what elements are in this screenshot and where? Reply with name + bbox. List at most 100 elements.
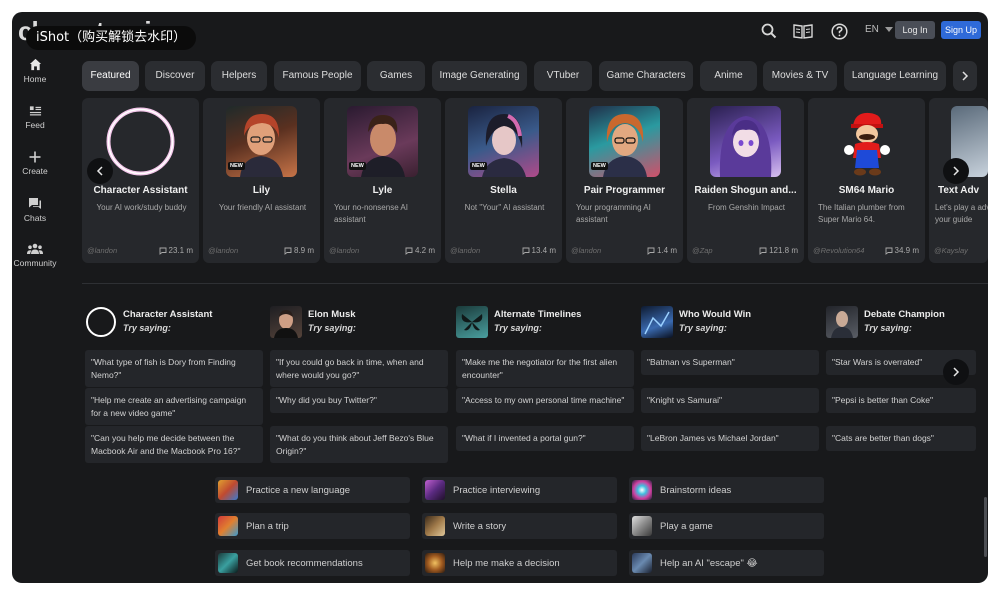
- tab-anime[interactable]: Anime: [700, 61, 757, 91]
- help-icon[interactable]: [828, 20, 850, 42]
- tab-featured[interactable]: Featured: [82, 61, 139, 91]
- category-tabs: Featured Discover Helpers Famous People …: [82, 61, 988, 91]
- tab-famous-people[interactable]: Famous People: [274, 61, 361, 91]
- avatar: [105, 106, 176, 177]
- card-description: Your AI work/study buddy: [96, 203, 187, 212]
- plus-icon: [29, 151, 41, 163]
- prompt-suggestion[interactable]: "LeBron James vs Michael Jordan": [641, 426, 819, 451]
- feed-icon: [29, 106, 41, 116]
- chat-icon: [29, 198, 41, 209]
- character-card[interactable]: NEW Stella Not "Your" AI assistant @land…: [445, 98, 562, 263]
- avatar: [710, 106, 781, 177]
- tab-game-characters[interactable]: Game Characters: [599, 61, 693, 91]
- suggestion-make-decision[interactable]: Help me make a decision: [422, 550, 617, 576]
- language-select[interactable]: EN: [865, 24, 893, 35]
- try-saying-label: Try saying:: [864, 323, 912, 333]
- column-character-name: Who Would Win: [679, 309, 752, 320]
- login-button[interactable]: Log In: [895, 21, 935, 39]
- cards-next-button[interactable]: [943, 158, 969, 184]
- new-badge: NEW: [470, 162, 487, 170]
- count-value: 121.8 m: [769, 246, 798, 255]
- suggestion-label: Help an AI "escape" 😂: [660, 557, 758, 569]
- card-chat-count: 4.2 m: [405, 246, 435, 255]
- prompt-suggestion[interactable]: "If you could go back in time, when and …: [270, 350, 448, 387]
- avatar: [826, 306, 858, 338]
- card-author: @landon: [571, 246, 602, 255]
- tab-movies-tv[interactable]: Movies & TV: [763, 61, 837, 91]
- avatar: [456, 306, 488, 338]
- count-value: 34.9 m: [894, 246, 919, 255]
- sidebar-item-feed[interactable]: Feed: [12, 105, 58, 130]
- card-chat-count: 23.1 m: [159, 246, 193, 255]
- robot-icon: [632, 553, 652, 573]
- card-description: Your programming AI assistant: [576, 203, 651, 224]
- sidebar-item-home[interactable]: Home: [12, 58, 58, 84]
- chat-bubble-icon: [885, 247, 892, 255]
- tab-discover[interactable]: Discover: [145, 61, 205, 91]
- suggestion-label: Practice interviewing: [453, 484, 541, 496]
- column-character-name: Elon Musk: [308, 309, 356, 320]
- card-chat-count: 13.4 m: [522, 246, 556, 255]
- sidebar-item-community[interactable]: Community: [12, 243, 58, 268]
- avatar: [831, 106, 902, 177]
- suggestion-practice-language[interactable]: Practice a new language: [215, 477, 410, 503]
- suggestion-play-game[interactable]: Play a game: [629, 513, 824, 539]
- search-icon[interactable]: [758, 20, 780, 42]
- try-saying-label: Try saying:: [308, 323, 356, 333]
- prompt-suggestion[interactable]: "What do you think about Jeff Bezo's Blu…: [270, 426, 448, 463]
- chat-bubble-icon: [647, 247, 655, 255]
- prompt-suggestion[interactable]: "Make me the negotiator for the first al…: [456, 350, 634, 387]
- tab-language-learning[interactable]: Language Learning: [844, 61, 946, 91]
- suggestion-label: Practice a new language: [246, 484, 351, 496]
- tabs-scroll-right[interactable]: [953, 61, 977, 91]
- scrollbar[interactable]: [984, 497, 987, 557]
- prompt-suggestion[interactable]: "What if I invented a portal gun?": [456, 426, 634, 451]
- card-description: Your no-nonsense AI assistant: [334, 203, 408, 224]
- prompt-suggestion[interactable]: "Help me create an advertising campaign …: [85, 388, 263, 425]
- suggestion-write-story[interactable]: Write a story: [422, 513, 617, 539]
- cards-prev-button[interactable]: [87, 158, 113, 184]
- card-name: Lyle: [372, 185, 393, 196]
- prompt-suggestion[interactable]: "Access to my own personal time machine": [456, 388, 634, 413]
- character-card[interactable]: NEW Lyle Your no-nonsense AI assistant @…: [324, 98, 441, 263]
- prompt-suggestion[interactable]: "Batman vs Superman": [641, 350, 819, 375]
- suggestion-practice-interviewing[interactable]: Practice interviewing: [422, 477, 617, 503]
- chat-bubble-icon: [284, 247, 292, 255]
- suggestion-brainstorm[interactable]: Brainstorm ideas: [629, 477, 824, 503]
- prompt-suggestion[interactable]: "What type of fish is Dory from Finding …: [85, 350, 263, 387]
- signup-button[interactable]: Sign Up: [941, 21, 981, 39]
- character-card[interactable]: NEW Lily Your friendly AI assistant @lan…: [203, 98, 320, 263]
- suggestion-book-recommendations[interactable]: Get book recommendations: [215, 550, 410, 576]
- character-card[interactable]: SM64 Mario The Italian plumber from Supe…: [808, 98, 925, 263]
- avatar: [85, 306, 117, 338]
- card-name: Stella: [490, 185, 517, 196]
- interview-icon: [425, 480, 445, 500]
- prompt-suggestion[interactable]: "Can you help me decide between the Macb…: [85, 426, 263, 463]
- tab-helpers[interactable]: Helpers: [211, 61, 267, 91]
- prompt-suggestion[interactable]: "Knight vs Samurai": [641, 388, 819, 413]
- watermark-badge: iShot（购买解锁去水印）: [26, 26, 197, 50]
- character-card[interactable]: Raiden Shogun and... From Genshin Impact…: [687, 98, 804, 263]
- game-icon: [632, 516, 652, 536]
- sidebar-item-chats[interactable]: Chats: [12, 197, 58, 223]
- tab-vtuber[interactable]: VTuber: [534, 61, 592, 91]
- prompt-suggestion[interactable]: "Pepsi is better than Coke": [826, 388, 976, 413]
- tab-image-generating[interactable]: Image Generating: [432, 61, 527, 91]
- try-saying-label: Try saying:: [494, 323, 542, 333]
- book-icon[interactable]: [792, 20, 814, 42]
- card-author: @landon: [87, 246, 118, 255]
- chat-bubble-icon: [159, 247, 166, 255]
- character-card[interactable]: NEW Pair Programmer Your programming AI …: [566, 98, 683, 263]
- count-value: 1.4 m: [656, 246, 677, 255]
- suggestion-plan-trip[interactable]: Plan a trip: [215, 513, 410, 539]
- sidebar-item-create[interactable]: Create: [12, 151, 58, 176]
- prompts-next-button[interactable]: [943, 359, 969, 385]
- prompt-suggestion[interactable]: "Cats are better than dogs": [826, 426, 976, 451]
- column-character-name: Debate Champion: [864, 309, 945, 320]
- suggestion-label: Plan a trip: [246, 520, 289, 532]
- suggestion-ai-escape[interactable]: Help an AI "escape" 😂: [629, 550, 824, 576]
- prompt-suggestion[interactable]: "Why did you buy Twitter?": [270, 388, 448, 413]
- tab-games[interactable]: Games: [367, 61, 425, 91]
- card-author: @Revolution64: [813, 246, 865, 255]
- new-badge: NEW: [349, 162, 366, 170]
